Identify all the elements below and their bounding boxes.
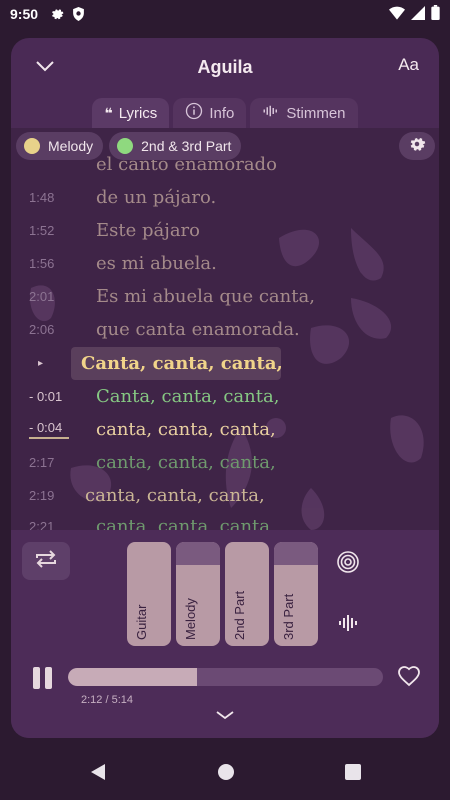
- signal-icon: [411, 5, 425, 23]
- voice-chip-melody[interactable]: Melody: [16, 132, 104, 160]
- lyric-line[interactable]: 2:19 canta, canta, canta,: [11, 479, 439, 512]
- system-nav-bar: [0, 748, 450, 800]
- lyric-time: - 0:01: [29, 389, 63, 404]
- status-time: 9:50: [10, 6, 39, 22]
- nav-home-icon[interactable]: [217, 763, 235, 786]
- heart-icon[interactable]: [397, 664, 421, 688]
- chevron-down-icon[interactable]: [33, 54, 57, 78]
- text-size-button[interactable]: Aa: [398, 55, 419, 75]
- tab-bar: ❝ Lyrics Info Stimmen: [11, 98, 439, 128]
- lyric-line[interactable]: 2:21 canta, canta, canta: [11, 510, 439, 530]
- battery-icon: [431, 5, 440, 23]
- pause-bar: [45, 667, 52, 689]
- lyrics-settings-button[interactable]: [399, 132, 435, 160]
- lyric-time: 1:48: [29, 190, 55, 205]
- voice-chip-label: Melody: [48, 138, 94, 154]
- lyric-text: Canta, canta, canta,: [96, 386, 280, 407]
- pause-bar: [33, 667, 40, 689]
- lyric-time: 1:56: [29, 256, 55, 271]
- melody-color-dot: [24, 138, 40, 154]
- fader-empty-part: [176, 542, 220, 565]
- collapse-chevron-icon[interactable]: [214, 708, 236, 722]
- nav-recents-icon[interactable]: [345, 763, 361, 785]
- info-icon: [185, 102, 203, 124]
- fader-melody[interactable]: Melody: [176, 542, 220, 646]
- lyric-text: Este pájaro: [96, 220, 200, 241]
- lyric-line[interactable]: 1:56 es mi abuela.: [11, 247, 439, 280]
- voice-chip-label: 2nd & 3rd Part: [141, 138, 232, 154]
- tab-stimmen[interactable]: Stimmen: [250, 98, 358, 128]
- lyric-time: - 0:04: [29, 420, 69, 439]
- lyric-text: Canta, canta, canta,: [81, 353, 283, 374]
- quote-icon: ❝: [104, 104, 113, 121]
- tab-lyrics[interactable]: ❝ Lyrics: [92, 98, 170, 128]
- song-title: Aguila: [197, 56, 253, 77]
- fader-2nd-part[interactable]: 2nd Part: [225, 542, 269, 646]
- waveform-icon[interactable]: [338, 614, 360, 632]
- lyric-line[interactable]: - 0:01 Canta, canta, canta,: [11, 380, 439, 413]
- tab-info[interactable]: Info: [173, 98, 247, 128]
- repeat-icon: [33, 549, 59, 574]
- voice-chips: Melody 2nd & 3rd Part: [16, 132, 242, 160]
- lyric-line[interactable]: 1:48 de un pájaro.: [11, 181, 439, 214]
- waveform-icon: [262, 104, 280, 122]
- lyric-text: Es mi abuela que canta,: [96, 286, 315, 307]
- lyric-text: es mi abuela.: [96, 253, 217, 274]
- lyric-time: 2:01: [29, 289, 55, 304]
- nav-back-icon[interactable]: [89, 763, 107, 786]
- lyric-text: canta, canta, canta,: [96, 419, 276, 440]
- lyrics-panel[interactable]: el canto enamorado 1:48 de un pájaro. 1:…: [11, 128, 439, 530]
- fader-guitar[interactable]: Guitar: [127, 542, 171, 646]
- progress-fill: [68, 668, 198, 686]
- lyric-text: canta, canta, canta,: [85, 485, 265, 506]
- fader-label: 3rd Part: [281, 593, 296, 640]
- lyric-time: 2:19: [29, 488, 55, 503]
- status-bar: 9:50: [0, 0, 450, 28]
- pause-button[interactable]: [33, 667, 57, 691]
- playback-progress-bar[interactable]: [68, 668, 383, 686]
- harmony-color-dot: [117, 138, 134, 154]
- loop-button[interactable]: [22, 542, 70, 580]
- lyric-line[interactable]: 1:52 Este pájaro: [11, 214, 439, 247]
- lyric-time: 1:52: [29, 223, 55, 238]
- target-icon[interactable]: [336, 550, 360, 574]
- lyric-text: canta, canta, canta,: [96, 452, 276, 473]
- fader-3rd-part[interactable]: 3rd Part: [274, 542, 318, 646]
- fader-empty-part: [274, 542, 318, 565]
- lyric-text: de un pájaro.: [96, 187, 217, 208]
- lyric-line[interactable]: 2:17 canta, canta, canta,: [11, 446, 439, 479]
- tab-stimmen-label: Stimmen: [286, 104, 346, 122]
- play-marker-icon: ▸: [38, 358, 44, 369]
- voice-chip-harmony[interactable]: 2nd & 3rd Part: [109, 132, 242, 160]
- lyric-time: 2:06: [29, 322, 55, 337]
- shield-icon: [72, 7, 85, 21]
- lyric-line[interactable]: - 0:04 canta, canta, canta,: [11, 413, 439, 446]
- lyric-line[interactable]: 2:01 Es mi abuela que canta,: [11, 280, 439, 313]
- lyric-text: que canta enamorada.: [96, 319, 300, 340]
- mixer-panel: Guitar Melody 2nd Part 3rd Part 2:12 / 5…: [11, 530, 439, 738]
- settings-gear-status-icon: [50, 7, 64, 21]
- fader-label: 2nd Part: [232, 590, 247, 640]
- lyric-line[interactable]: 2:06 que canta enamorada.: [11, 313, 439, 346]
- lyric-time: 2:21: [29, 519, 55, 530]
- fader-label: Guitar: [134, 604, 149, 640]
- time-readout: 2:12 / 5:14: [81, 694, 133, 706]
- tab-info-label: Info: [209, 104, 235, 122]
- lyric-time: 2:17: [29, 455, 55, 470]
- wifi-icon: [389, 6, 405, 23]
- fader-label: Melody: [183, 598, 198, 640]
- lyric-text: canta, canta, canta: [96, 516, 270, 530]
- tab-lyrics-label: Lyrics: [118, 104, 158, 122]
- player-card: Aguila Aa ❝ Lyrics Info Stimmen el canto…: [11, 38, 439, 738]
- lyric-line-current[interactable]: ▸ Canta, canta, canta,: [11, 347, 439, 380]
- top-bar: Aguila Aa: [11, 38, 439, 96]
- gear-icon: [408, 135, 426, 158]
